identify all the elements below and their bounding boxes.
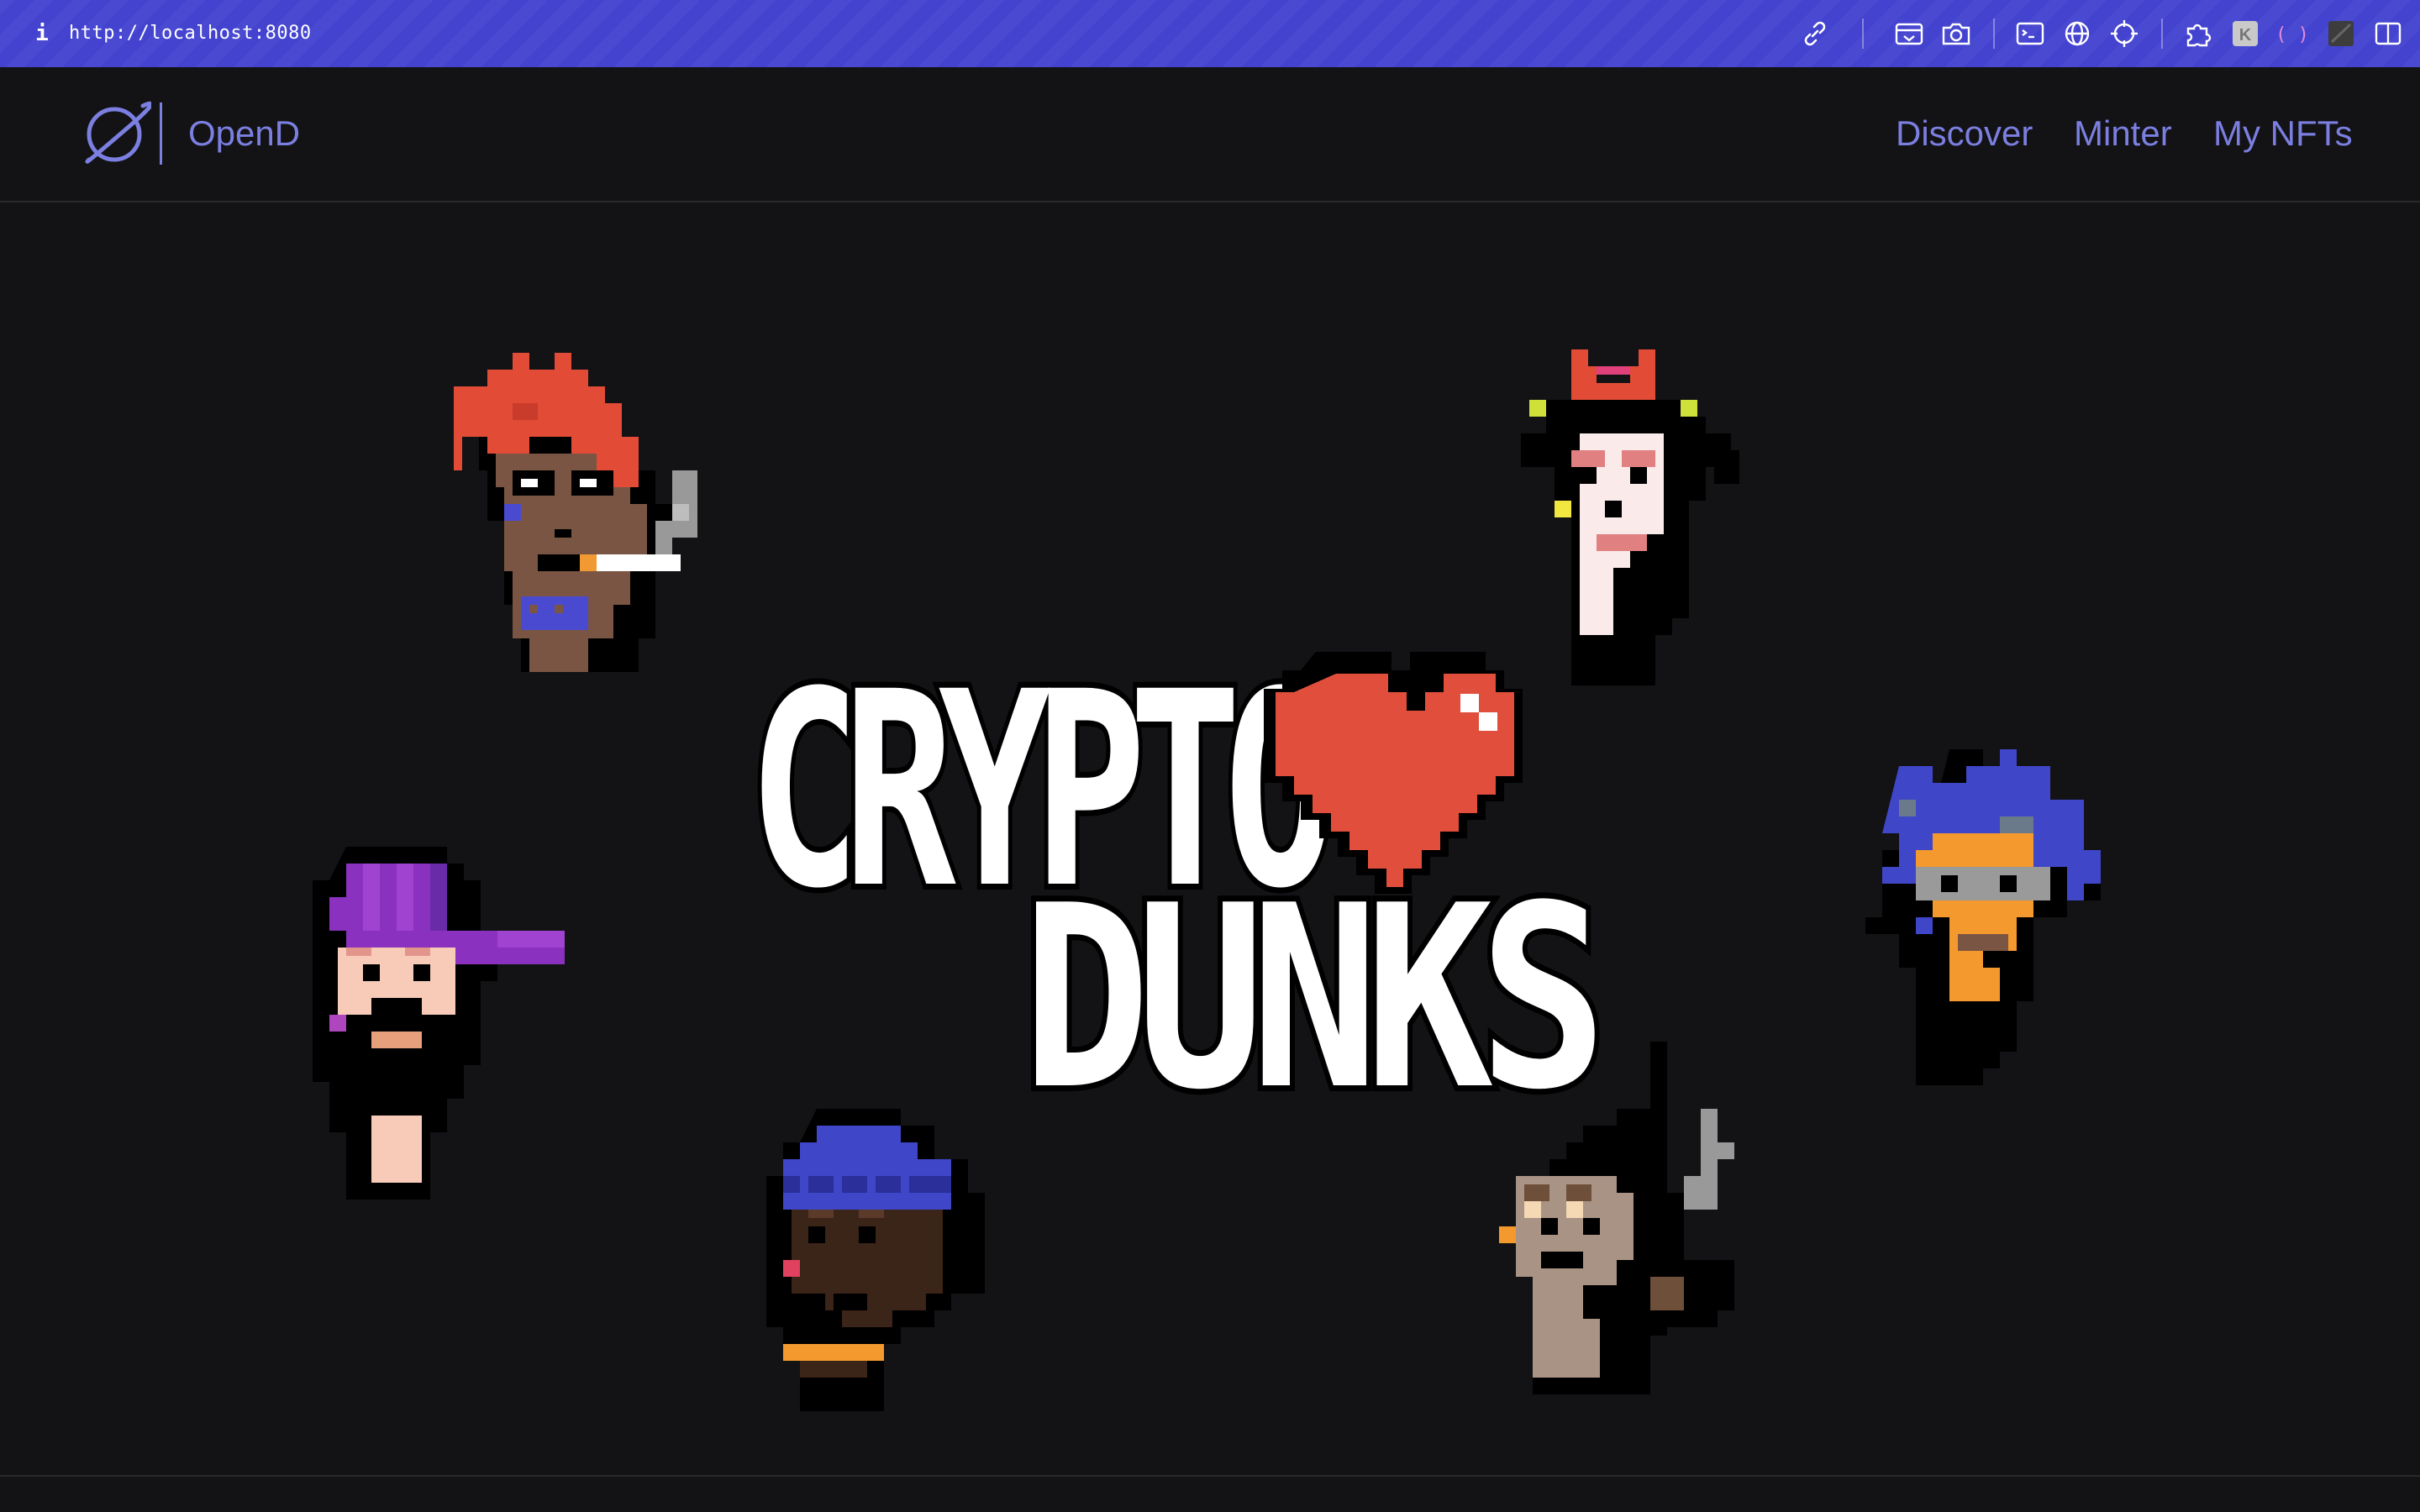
extension-k-icon[interactable]: K — [2228, 17, 2262, 50]
planet-logo-icon[interactable] — [81, 96, 151, 168]
toolbar-divider — [1862, 18, 1864, 49]
brand-name[interactable]: OpenD — [188, 108, 300, 160]
extension-bracket-icon[interactable]: ( ) — [2275, 17, 2309, 50]
punk-mohawk-pipe — [1499, 1042, 1734, 1394]
nav-minter[interactable]: Minter — [2074, 108, 2172, 160]
toolbar-divider — [1993, 18, 1995, 49]
hero-banner: CRYPTO DUNKS — [0, 202, 2420, 1475]
site-header: OpenD Discover Minter My NFTs — [0, 67, 2420, 202]
nav-my-nfts[interactable]: My NFTs — [2213, 108, 2353, 160]
page-divider — [0, 1475, 2420, 1477]
extensions-icon[interactable] — [2181, 17, 2215, 50]
extension-square-icon[interactable] — [2324, 17, 2358, 50]
svg-text:( ): ( ) — [2275, 24, 2309, 45]
terminal-icon[interactable] — [2013, 17, 2047, 50]
link-icon[interactable] — [1798, 17, 1832, 50]
crosshair-icon[interactable] — [2107, 17, 2141, 50]
punk-blue-hair — [1865, 749, 2101, 1085]
logo-divider — [160, 102, 162, 165]
svg-text:K: K — [2239, 26, 2252, 45]
sidebar-icon[interactable] — [2371, 17, 2405, 50]
punk-purple-cap — [313, 847, 565, 1200]
globe-icon[interactable] — [2060, 17, 2094, 50]
site-info-icon[interactable]: i — [27, 18, 57, 49]
browser-toolbar: i http://localhost:8080 K ( ) — [0, 0, 2420, 67]
nav-discover[interactable]: Discover — [1896, 108, 2033, 160]
punk-devil-horns — [1521, 349, 1739, 685]
toolbar-divider — [2161, 18, 2163, 49]
punk-blue-beanie — [766, 1109, 985, 1411]
screenshot-icon[interactable] — [1892, 17, 1926, 50]
punk-red-hair — [454, 353, 697, 672]
address-bar[interactable]: http://localhost:8080 — [69, 20, 312, 47]
camera-icon[interactable] — [1939, 17, 1973, 50]
